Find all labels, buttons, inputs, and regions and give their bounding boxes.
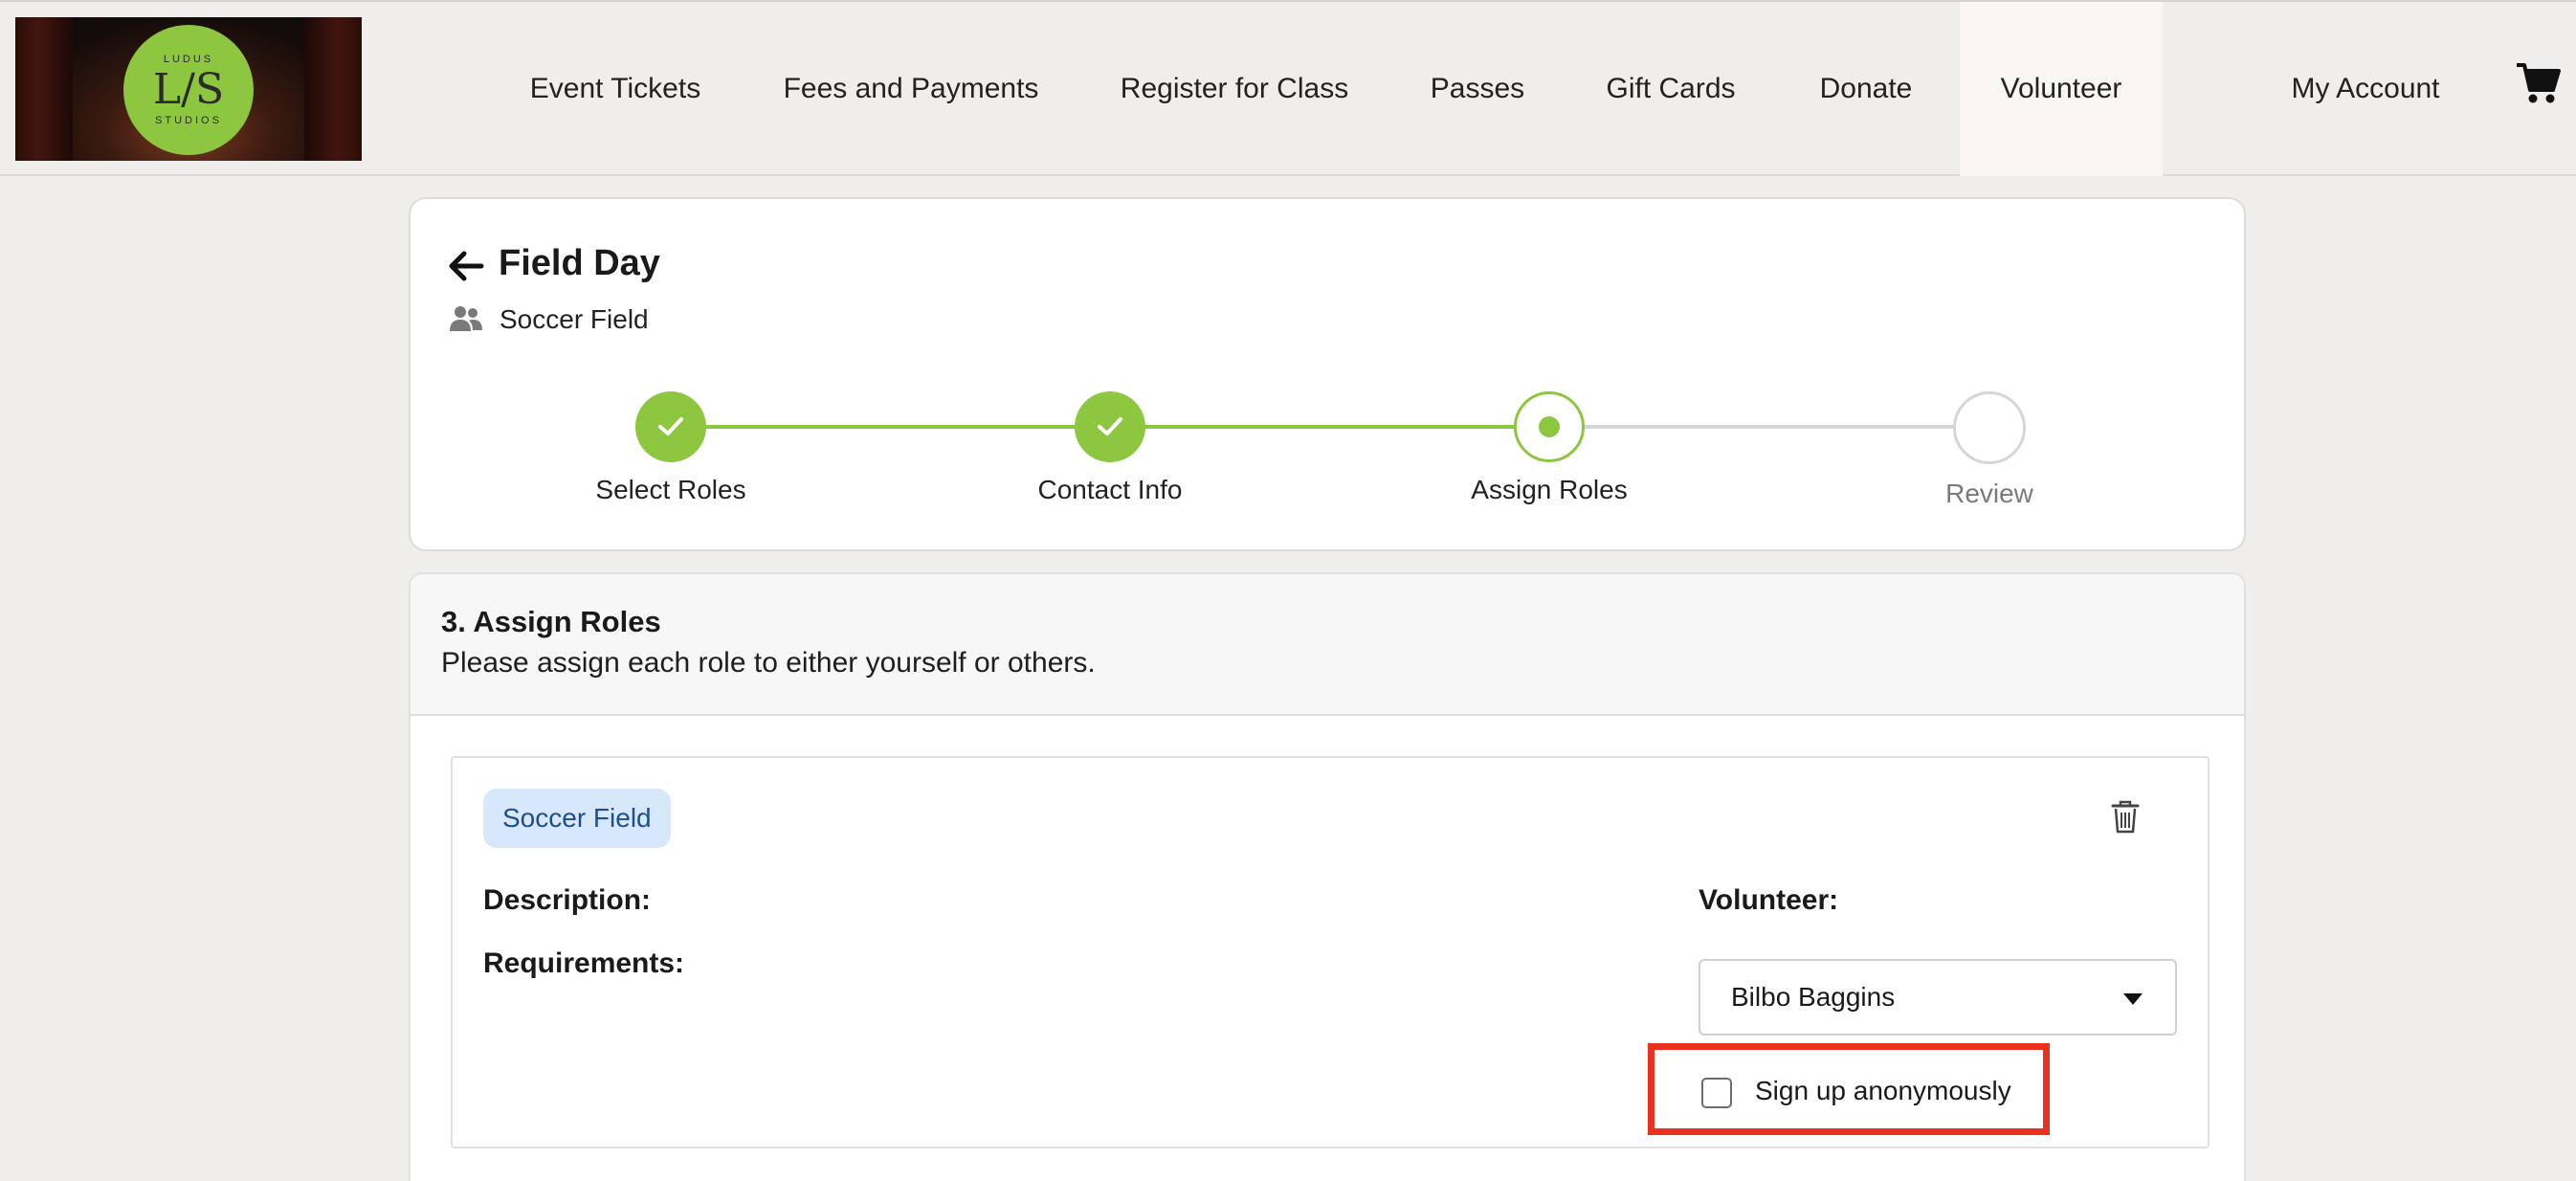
nav-fees-and-payments[interactable]: Fees and Payments <box>777 2 1045 176</box>
step-contact-info[interactable] <box>1075 391 1145 462</box>
volunteer-select[interactable]: Bilbo Baggins <box>1699 959 2177 1036</box>
nav-register-for-class[interactable]: Register for Class <box>1110 2 1359 176</box>
step-assign-roles[interactable] <box>1514 391 1585 462</box>
nav-donate[interactable]: Donate <box>1809 2 1923 176</box>
volunteer-label: Volunteer: <box>1699 884 1839 916</box>
nav-label: Volunteer <box>2000 73 2122 104</box>
description-label: Description: <box>483 884 652 916</box>
event-summary-card: Field Day Soccer Field Select Roles Cont… <box>409 197 2246 551</box>
nav-label: Fees and Payments <box>783 73 1039 104</box>
step-connector <box>671 425 1078 429</box>
logo-curtain-right <box>304 17 362 161</box>
step-connector <box>1549 425 1959 429</box>
top-navigation-bar: LUDUS L/S STUDIOS Event Tickets Fees and… <box>0 0 2576 176</box>
requirements-label: Requirements: <box>483 947 685 979</box>
event-title: Field Day <box>499 243 660 283</box>
role-chip: Soccer Field <box>483 789 671 848</box>
checkmark-icon <box>1098 417 1122 435</box>
section-description: Please assign each role to either yourse… <box>441 647 1096 679</box>
nav-passes[interactable]: Passes <box>1418 2 1537 176</box>
nav-event-tickets[interactable]: Event Tickets <box>517 2 714 176</box>
step-label-assign-roles: Assign Roles <box>1471 475 1628 504</box>
nav-label: Register for Class <box>1120 73 1349 104</box>
people-icon <box>449 304 483 333</box>
logo-monogram: L/S <box>152 65 225 114</box>
shopping-cart-icon[interactable] <box>2515 61 2561 105</box>
sign-up-anonymously-label[interactable]: Sign up anonymously <box>1755 1076 2011 1106</box>
nav-label: Passes <box>1430 73 1525 104</box>
logo-top-text: LUDUS <box>163 54 214 65</box>
step-review[interactable] <box>1953 391 2026 464</box>
logo-curtain-left <box>15 17 73 161</box>
nav-label: My Account <box>2291 73 2440 104</box>
logo-badge: LUDUS L/S STUDIOS <box>123 25 254 155</box>
caret-down-icon <box>2123 993 2143 1005</box>
step-connector <box>1110 425 1518 429</box>
nav-gift-cards[interactable]: Gift Cards <box>1596 2 1745 176</box>
nav-label: Gift Cards <box>1606 73 1736 104</box>
section-header: 3. Assign Roles Please assign each role … <box>411 574 2244 716</box>
nav-volunteer[interactable]: Volunteer <box>1960 2 2163 176</box>
ludus-studios-logo[interactable]: LUDUS L/S STUDIOS <box>15 17 362 161</box>
step-label-review: Review <box>1945 479 2033 508</box>
step-label-contact-info: Contact Info <box>1037 475 1183 504</box>
step-select-roles[interactable] <box>635 391 706 462</box>
event-location: Soccer Field <box>500 304 649 334</box>
trash-icon[interactable] <box>2111 800 2140 835</box>
nav-my-account[interactable]: My Account <box>2279 2 2452 176</box>
section-title: 3. Assign Roles <box>441 605 661 638</box>
nav-label: Event Tickets <box>529 73 701 104</box>
nav-label: Donate <box>1819 73 1913 104</box>
logo-bottom-text: STUDIOS <box>155 115 222 126</box>
checkmark-icon <box>658 417 683 435</box>
current-step-dot <box>1539 416 1560 437</box>
sign-up-anonymously-checkbox[interactable] <box>1701 1078 1732 1108</box>
step-label-select-roles: Select Roles <box>595 475 746 504</box>
arrow-left-icon[interactable] <box>447 247 485 285</box>
volunteer-selected-value: Bilbo Baggins <box>1731 982 1896 1012</box>
